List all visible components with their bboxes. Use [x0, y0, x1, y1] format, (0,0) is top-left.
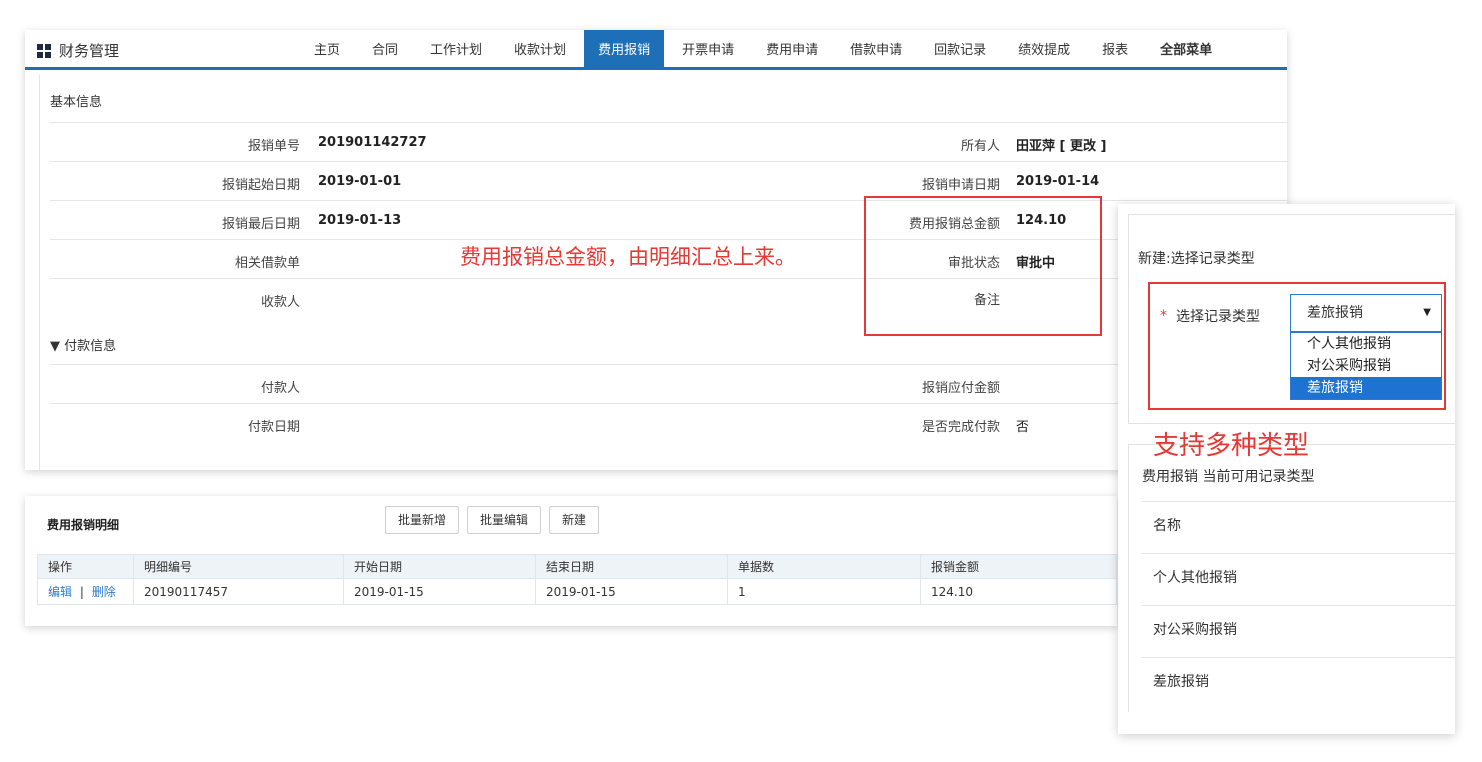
field-value: 2019-01-14 [1016, 174, 1100, 189]
document-count-cell: 1 [727, 578, 921, 605]
available-types-title: 费用报销 当前可用记录类型 [1142, 469, 1315, 485]
field-label: 付款日期 [247, 420, 300, 435]
column-header: 结束日期 [535, 554, 728, 579]
start-date-cell: 2019-01-15 [343, 578, 536, 605]
tab-home[interactable]: 主页 [300, 30, 354, 70]
info-row: 报销起始日期 2019-01-01 报销申请日期 2019-01-14 [50, 161, 1288, 200]
tab-expense-reimbursement[interactable]: 费用报销 [584, 30, 665, 70]
field-value: 201901142727 [318, 135, 427, 150]
batch-add-button[interactable]: 批量新增 [385, 506, 460, 534]
field-value: 2019-01-01 [318, 174, 402, 189]
app-title[interactable]: 财务管理 [37, 40, 119, 61]
tab-invoice-request[interactable]: 开票申请 [668, 30, 748, 70]
tab-contract[interactable]: 合同 [358, 30, 412, 70]
owner-link[interactable]: 田亚萍 [ 更改 ] [1016, 135, 1106, 154]
column-header: 明细编号 [133, 554, 344, 579]
app-title-text: 财务管理 [59, 42, 120, 60]
tab-work-plan[interactable]: 工作计划 [416, 30, 496, 70]
record-type-highlight-box [1148, 282, 1446, 410]
top-navigation-bar: 财务管理 主页 合同 工作计划 收款计划 费用报销 开票申请 费用申请 借款申请… [25, 30, 1287, 70]
tab-all-menus[interactable]: 全部菜单 [1146, 30, 1226, 70]
detail-title: 费用报销明细 [47, 518, 120, 532]
payment-info-toggle[interactable]: ▼ 付款信息 [50, 335, 116, 354]
end-date-cell: 2019-01-15 [535, 578, 728, 605]
list-item[interactable]: 对公采购报销 [1142, 605, 1455, 657]
column-header: 开始日期 [343, 554, 536, 579]
total-amount-highlight-box [864, 196, 1102, 336]
tab-performance-commission[interactable]: 绩效提成 [1004, 30, 1084, 70]
column-header: 操作 [37, 554, 134, 579]
column-header: 报销金额 [920, 554, 1117, 579]
tab-collection-plan[interactable]: 收款计划 [500, 30, 580, 70]
field-label: 报销单号 [247, 139, 300, 154]
table-row: 编辑 | 删除 20190117457 2019-01-15 2019-01-1… [37, 578, 1117, 605]
detail-table: 操作 明细编号 开始日期 结束日期 单据数 报销金额 编辑 | 删除 20190… [37, 554, 1117, 605]
types-annotation: 支持多种类型 [1153, 431, 1310, 461]
field-label: 相关借款单 [234, 256, 300, 271]
batch-edit-button[interactable]: 批量编辑 [467, 506, 542, 534]
total-amount-annotation: 费用报销总金额，由明细汇总上来。 [460, 245, 796, 269]
info-row: 付款人 报销应付金额 [50, 364, 1288, 403]
field-label: 付款人 [260, 381, 300, 396]
new-record-type-title: 新建:选择记录类型 [1138, 251, 1255, 267]
change-owner-link[interactable]: [ 更改 ] [1060, 139, 1107, 154]
info-row: 报销单号 201901142727 所有人 田亚萍 [ 更改 ] [50, 122, 1288, 161]
info-row: 报销最后日期 2019-01-13 费用报销总金额 124.10 [50, 200, 1288, 239]
tab-expense-request[interactable]: 费用申请 [752, 30, 832, 70]
amount-cell: 124.10 [920, 578, 1117, 605]
tab-payment-records[interactable]: 回款记录 [920, 30, 1000, 70]
field-label: 报销最后日期 [221, 217, 300, 232]
list-item[interactable]: 个人其他报销 [1142, 553, 1455, 605]
grid-icon [37, 43, 51, 58]
field-value: 2019-01-13 [318, 213, 402, 228]
separator: | [79, 585, 84, 599]
expense-detail-panel: 费用报销明细 批量新增 批量编辑 新建 操作 明细编号 开始日期 结束日期 单据… [25, 496, 1117, 626]
detail-id-cell: 20190117457 [133, 578, 344, 605]
field-label: 所有人 [960, 139, 1000, 154]
table-header-row: 操作 明细编号 开始日期 结束日期 单据数 报销金额 [37, 554, 1117, 579]
field-label: 是否完成付款 [921, 420, 1000, 435]
tab-reports[interactable]: 报表 [1088, 30, 1142, 70]
delete-link[interactable]: 删除 [92, 585, 116, 599]
payment-complete-value: 否 [1016, 420, 1030, 435]
operation-cell: 编辑 | 删除 [37, 578, 134, 605]
edit-link[interactable]: 编辑 [48, 585, 72, 599]
column-header: 单据数 [727, 554, 921, 579]
field-label: 报销应付金额 [921, 381, 1000, 396]
tab-loan-request[interactable]: 借款申请 [836, 30, 916, 70]
list-item[interactable]: 差旅报销 [1142, 657, 1455, 709]
field-label: 报销起始日期 [221, 178, 300, 193]
types-header: 名称 [1142, 501, 1455, 553]
field-label: 收款人 [260, 295, 300, 310]
nav-tabs: 主页 合同 工作计划 收款计划 费用报销 开票申请 费用申请 借款申请 回款记录… [300, 30, 1230, 70]
info-row: 付款日期 是否完成付款 否 [50, 403, 1288, 442]
new-detail-button[interactable]: 新建 [549, 506, 600, 534]
basic-info-title: 基本信息 [50, 95, 103, 110]
field-label: 报销申请日期 [921, 178, 1000, 193]
info-row: 收款人 备注 [50, 278, 1288, 317]
